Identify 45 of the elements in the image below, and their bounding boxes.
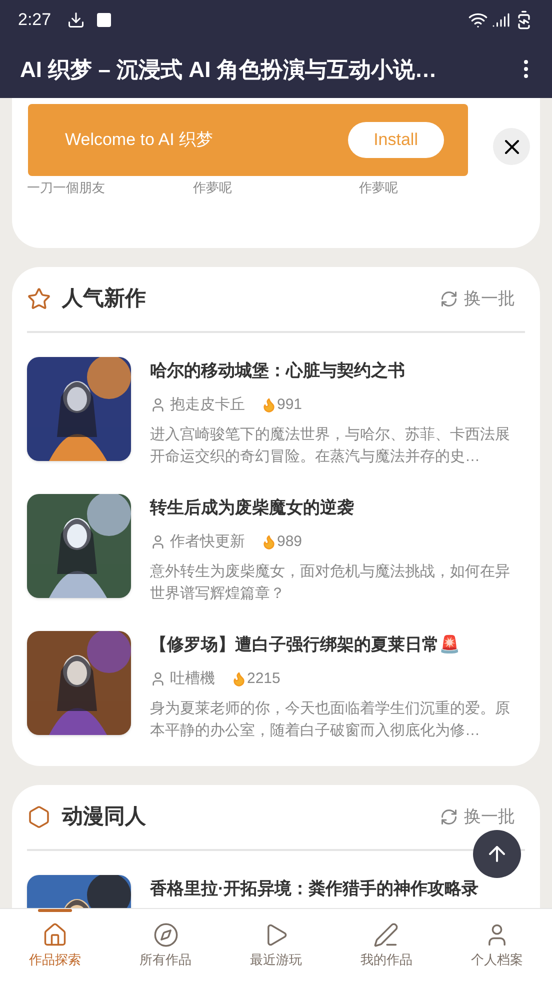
refresh-button[interactable]: 换一批 [440, 804, 515, 830]
active-indicator [38, 909, 72, 912]
refresh-button[interactable]: 换一批 [440, 286, 515, 312]
refresh-icon [440, 808, 458, 826]
heat-count: 2215 [247, 668, 280, 688]
nav-tab[interactable]: 作品探索 [0, 909, 110, 983]
heat-count: 991 [277, 394, 302, 414]
compass-icon [152, 922, 179, 948]
author-name: 作夢呢 [359, 179, 399, 197]
flame-icon [261, 396, 277, 413]
story-title[interactable]: 哈尔的移动城堡：心脏与契约之书 [150, 358, 524, 384]
hexagon-icon [27, 805, 51, 829]
user-icon [150, 670, 166, 687]
story-description: 身为夏莱老师的你，今天也面临着学生们沉重的爱。原本平静的办公室，随着白子破窗而入彻底化为修… [150, 699, 511, 741]
pen-icon [373, 922, 400, 948]
refresh-icon [440, 290, 458, 308]
section-title: 动漫同人 [62, 804, 147, 830]
author-name: 一刀一個朋友 [27, 179, 106, 197]
section-title: 人气新作 [62, 286, 147, 312]
author-name: 吐槽機 [170, 668, 215, 688]
nav-tab[interactable]: 我的作品 [331, 909, 442, 983]
flame-icon [261, 534, 277, 550]
app-title: AI 织梦 – 沉浸式 AI 角色扮演与互动小说… [20, 56, 438, 84]
story-description: 意外转生为废柴魔女，面对危机与魔法挑战，如何在异世界谱写辉煌篇章？ [150, 562, 511, 604]
user-icon [150, 396, 166, 413]
author-name: 作者快更新 [170, 532, 245, 552]
banner-message: Welcome to AI 织梦 [65, 129, 214, 152]
author-name: 作夢呢 [193, 179, 233, 197]
author-name: 抱走皮卡丘 [170, 394, 245, 414]
user-icon [150, 534, 166, 550]
heat-count: 989 [277, 532, 302, 552]
home-icon [42, 922, 68, 948]
star-icon [27, 287, 51, 311]
notification-icon [97, 13, 112, 27]
download-icon [67, 11, 86, 29]
nav-tab[interactable]: 最近游玩 [220, 909, 332, 983]
nav-tab[interactable]: 个人档案 [442, 909, 552, 983]
story-description: 进入宫崎骏笔下的魔法世界，与哈尔、苏菲、卡西法展开命运交织的奇幻冒险。在蒸汽与魔法并存的史… [150, 425, 511, 467]
status-time: 2:27 [18, 9, 52, 32]
story-title[interactable]: 转生后成为废柴魔女的逆袭 [150, 495, 524, 520]
flame-icon [231, 670, 247, 687]
signal-icon [492, 11, 510, 29]
nav-tab[interactable]: 所有作品 [110, 909, 221, 983]
story-title[interactable]: 【修罗场】遭白子强行绑架的夏莱日常🚨 [150, 632, 524, 658]
story-title[interactable]: 香格里拉·开拓异境：粪作猎手的神作攻略录 [150, 876, 524, 902]
